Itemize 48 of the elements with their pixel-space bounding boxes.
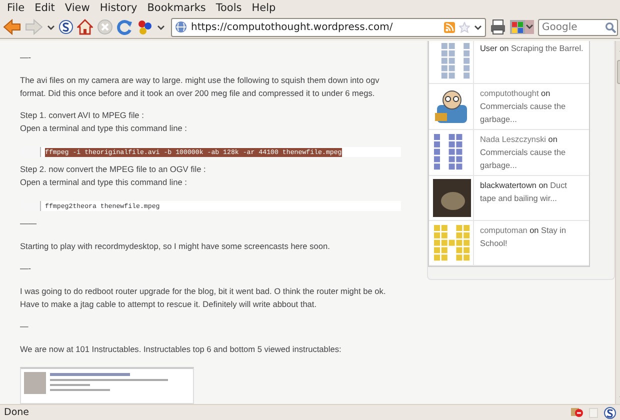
paragraph-line: Open a terminal and type this command line :: [20, 122, 188, 135]
s-logo-icon[interactable]: [604, 406, 616, 418]
recent-comment-text[interactable]: computoman on Stay in School!: [474, 221, 589, 265]
paragraph-line: The avi files on my camera are way to large. might use the following to squish them down into ogv: [20, 74, 380, 87]
search-field[interactable]: Google: [538, 18, 618, 36]
caret-icon[interactable]: [47, 23, 55, 31]
menu-item[interactable]: Bookmarks: [142, 2, 211, 14]
back-arrow-icon[interactable]: [3, 19, 21, 35]
menu-item[interactable]: Help: [246, 2, 281, 14]
separator-text: ——: [20, 217, 38, 230]
separator-text: —-: [20, 51, 32, 64]
search-engine-icon[interactable]: [510, 19, 534, 35]
menu-item[interactable]: History: [94, 2, 142, 14]
paragraph-line: format. Did this once before and it took an over 200 meg file and compressed it to under 6 megs.: [20, 87, 376, 100]
paragraph-line: Open a terminal and type this command line :: [20, 176, 188, 189]
photo-placeholder: [24, 372, 46, 394]
home-icon[interactable]: [77, 19, 93, 35]
menu-item[interactable]: File: [2, 2, 30, 14]
status-text: Done: [4, 407, 30, 418]
menu-item[interactable]: Edit: [30, 2, 60, 14]
identicon-avatar: [433, 224, 471, 262]
address-bar[interactable]: https://computothought.wordpress.com/: [171, 18, 486, 36]
recent-comment-text[interactable]: computothought on Commercials cause the garbage...: [474, 84, 589, 129]
blocked-popup-icon[interactable]: [571, 407, 583, 418]
caret-icon[interactable]: [474, 23, 482, 31]
recent-comment-text[interactable]: Nada Leszczynski on Commercials cause the garbage...: [474, 130, 589, 175]
paragraph-line: We are now at 101 Instructables. Instructables top 6 and bottom 5 viewed instructables:: [20, 343, 342, 356]
paragraph-line: Starting to play with recordmydesktop, so I might have some screencasts here soon.: [20, 240, 331, 253]
recent-comment-text[interactable]: User on Scraping the Barrel.: [474, 41, 589, 83]
paragraph-line: Have to make a jtag cable to attempt to rescue it. Definitely will write abbout that.: [20, 298, 318, 311]
paragraph-line: Step 1. convert AVI to MPEG file :: [20, 109, 145, 122]
caret-icon[interactable]: [157, 23, 165, 31]
recent-comment-text[interactable]: blackwatertown on Duct tape and bailing wir...: [474, 176, 589, 220]
empty-page-icon: [589, 408, 598, 418]
paragraph-line: Step 2. now convert the MPEG file to an OGV file :: [20, 163, 207, 176]
reload-icon[interactable]: [117, 19, 133, 35]
photo-placeholder: [433, 179, 471, 217]
colored-dots-icon[interactable]: [137, 19, 153, 35]
printer-icon[interactable]: [490, 19, 506, 35]
s-logo-icon[interactable]: [59, 20, 73, 34]
globe-icon: [175, 21, 187, 33]
separator-text: —: [20, 320, 30, 333]
menu-item[interactable]: Tools: [210, 2, 247, 14]
menu-item[interactable]: View: [60, 2, 95, 14]
url-text: https://computothought.wordpress.com/: [191, 22, 394, 32]
star-icon[interactable]: [459, 22, 470, 32]
separator-text: —-: [20, 262, 32, 275]
paragraph-line: I was going to do redboot router upgrade for the blog, bit it went bad. O think the router might be ok.: [20, 285, 387, 298]
